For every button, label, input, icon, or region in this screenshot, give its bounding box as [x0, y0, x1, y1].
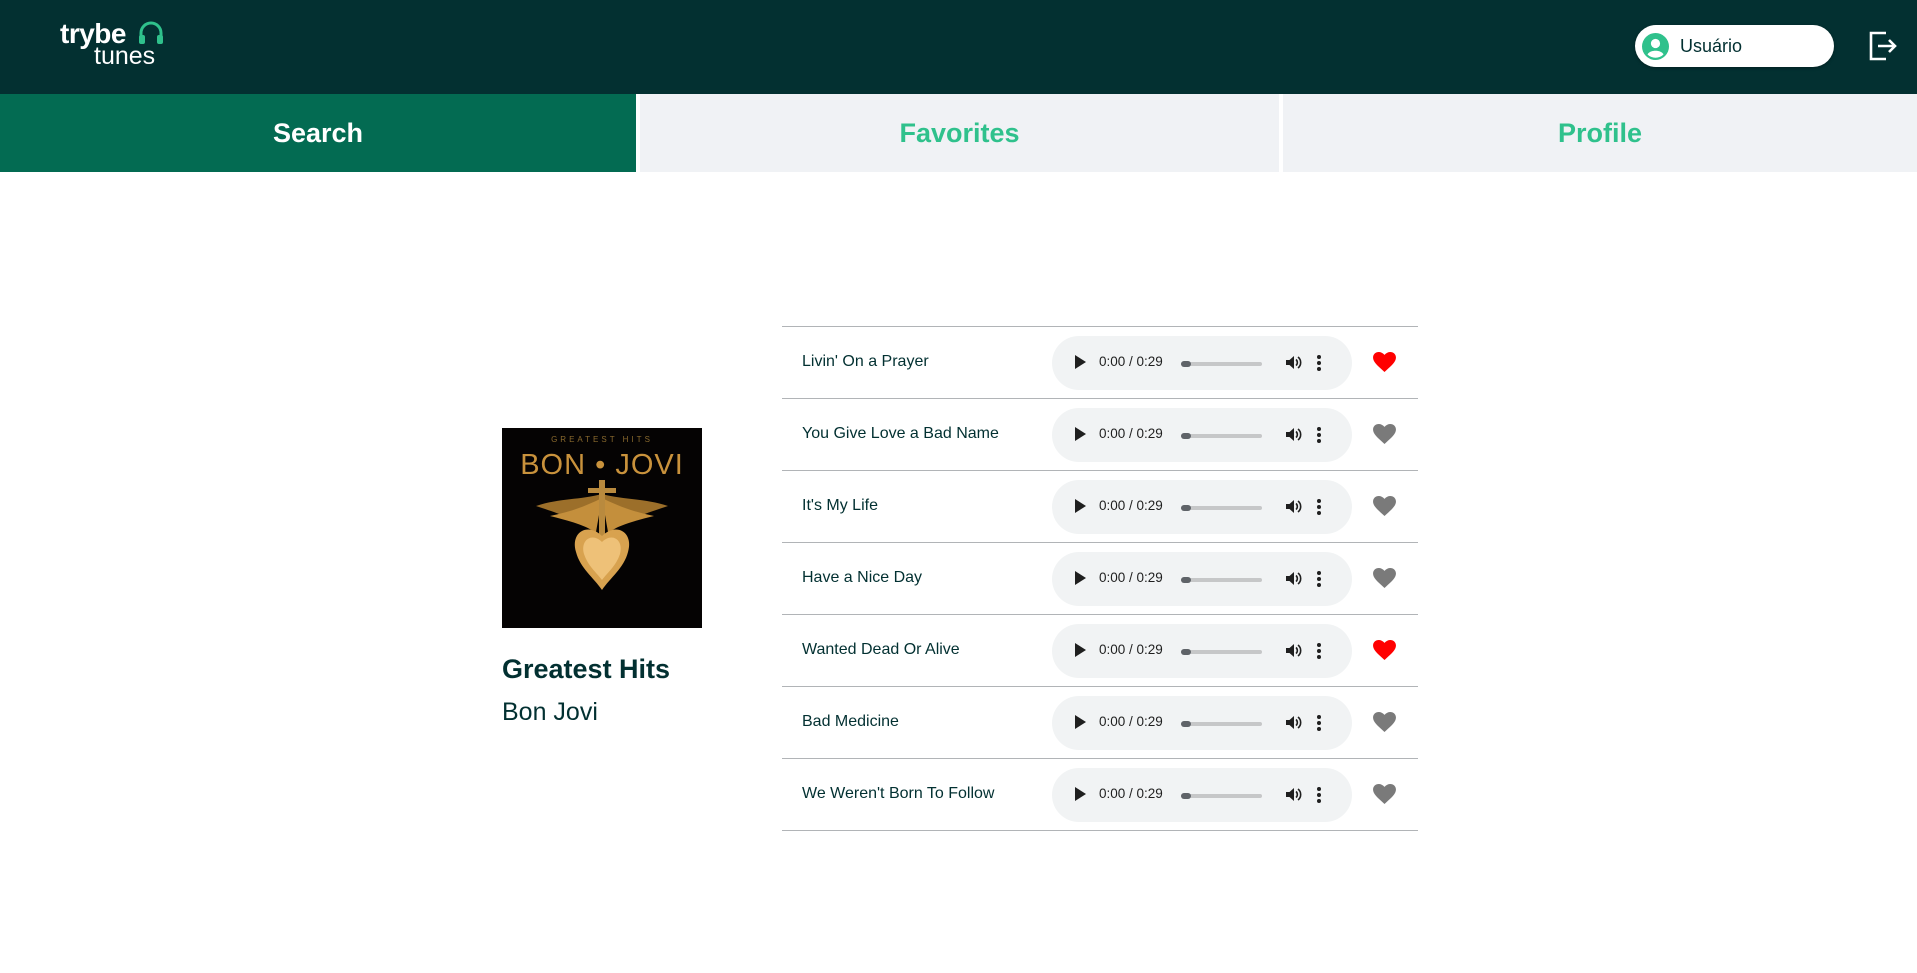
play-icon[interactable]: [1074, 571, 1086, 585]
track-row: It's My Life 0:00 / 0:29: [782, 471, 1418, 543]
track-row: We Weren't Born To Follow 0:00 / 0:29: [782, 759, 1418, 831]
tab-profile[interactable]: Profile: [1283, 94, 1917, 172]
more-options-icon[interactable]: [1316, 570, 1322, 588]
track-name: Bad Medicine: [802, 713, 899, 730]
audio-progress-bar[interactable]: [1181, 433, 1262, 439]
audio-player: 0:00 / 0:29: [1052, 624, 1352, 678]
play-icon[interactable]: [1074, 787, 1086, 801]
track-row: You Give Love a Bad Name 0:00 / 0:29: [782, 399, 1418, 471]
audio-progress-bar[interactable]: [1181, 505, 1262, 511]
play-icon[interactable]: [1074, 499, 1086, 513]
user-profile-pill[interactable]: Usuário: [1635, 25, 1834, 67]
audio-time: 0:00 / 0:29: [1099, 570, 1163, 585]
more-options-icon[interactable]: [1316, 354, 1322, 372]
audio-time: 0:00 / 0:29: [1099, 786, 1163, 801]
trybe-tunes-logo[interactable]: trybe tunes: [60, 18, 170, 70]
audio-player: 0:00 / 0:29: [1052, 480, 1352, 534]
audio-progress-bar[interactable]: [1181, 577, 1262, 583]
audio-player: 0:00 / 0:29: [1052, 336, 1352, 390]
audio-time: 0:00 / 0:29: [1099, 642, 1163, 657]
volume-icon[interactable]: [1285, 642, 1302, 659]
audio-progress-knob[interactable]: [1181, 505, 1191, 511]
audio-progress-bar[interactable]: [1181, 361, 1262, 367]
volume-icon[interactable]: [1285, 426, 1302, 443]
track-row: Livin' On a Prayer 0:00 / 0:29: [782, 327, 1418, 399]
favorite-heart-icon[interactable]: [1373, 712, 1396, 733]
volume-icon[interactable]: [1285, 498, 1302, 515]
album-title: Greatest Hits: [502, 654, 671, 684]
album-artist: Bon Jovi: [502, 698, 598, 726]
audio-progress-bar[interactable]: [1181, 793, 1262, 799]
audio-progress-knob[interactable]: [1181, 793, 1191, 799]
play-icon[interactable]: [1074, 715, 1086, 729]
more-options-icon[interactable]: [1316, 786, 1322, 804]
volume-icon[interactable]: [1285, 354, 1302, 371]
top-header: trybe tunes Usuário: [0, 0, 1917, 94]
audio-progress-knob[interactable]: [1181, 649, 1191, 655]
favorite-heart-icon[interactable]: [1373, 568, 1396, 589]
main-navigation: Search Favorites Profile: [0, 94, 1917, 172]
audio-progress-knob[interactable]: [1181, 433, 1191, 439]
track-name: We Weren't Born To Follow: [802, 785, 995, 802]
audio-progress-knob[interactable]: [1181, 361, 1191, 367]
audio-time: 0:00 / 0:29: [1099, 714, 1163, 729]
more-options-icon[interactable]: [1316, 642, 1322, 660]
favorite-heart-icon[interactable]: [1373, 784, 1396, 805]
audio-player: 0:00 / 0:29: [1052, 408, 1352, 462]
album-cover: GREATEST HITS BON • JOVI: [502, 428, 702, 628]
user-avatar-icon: [1642, 33, 1669, 60]
play-icon[interactable]: [1074, 427, 1086, 441]
volume-icon[interactable]: [1285, 570, 1302, 587]
track-name: It's My Life: [802, 497, 878, 514]
volume-icon[interactable]: [1285, 786, 1302, 803]
tab-favorites[interactable]: Favorites: [640, 94, 1279, 172]
logo-text-tunes: tunes: [94, 42, 156, 70]
track-name: Livin' On a Prayer: [802, 353, 929, 370]
audio-time: 0:00 / 0:29: [1099, 354, 1163, 369]
audio-time: 0:00 / 0:29: [1099, 498, 1163, 513]
more-options-icon[interactable]: [1316, 498, 1322, 516]
audio-progress-knob[interactable]: [1181, 721, 1191, 727]
audio-progress-bar[interactable]: [1181, 649, 1262, 655]
track-row: Wanted Dead Or Alive 0:00 / 0:29: [782, 615, 1418, 687]
track-row: Have a Nice Day 0:00 / 0:29: [782, 543, 1418, 615]
audio-player: 0:00 / 0:29: [1052, 696, 1352, 750]
track-list: Livin' On a Prayer 0:00 / 0:29 You Give …: [782, 326, 1418, 831]
favorite-heart-icon[interactable]: [1373, 352, 1396, 373]
tab-search[interactable]: Search: [0, 94, 636, 172]
logout-icon[interactable]: [1868, 30, 1898, 62]
audio-progress-bar[interactable]: [1181, 721, 1262, 727]
favorite-heart-icon[interactable]: [1373, 424, 1396, 445]
play-icon[interactable]: [1074, 643, 1086, 657]
audio-time: 0:00 / 0:29: [1099, 426, 1163, 441]
favorite-heart-icon[interactable]: [1373, 496, 1396, 517]
cover-top-text: GREATEST HITS: [551, 435, 653, 444]
audio-player: 0:00 / 0:29: [1052, 768, 1352, 822]
play-icon[interactable]: [1074, 355, 1086, 369]
track-name: You Give Love a Bad Name: [802, 425, 999, 442]
track-name: Have a Nice Day: [802, 569, 923, 586]
cover-band-text: BON • JOVI: [520, 449, 684, 481]
more-options-icon[interactable]: [1316, 714, 1322, 732]
track-name: Wanted Dead Or Alive: [802, 641, 960, 658]
audio-player: 0:00 / 0:29: [1052, 552, 1352, 606]
favorite-heart-icon[interactable]: [1373, 640, 1396, 661]
track-row: Bad Medicine 0:00 / 0:29: [782, 687, 1418, 759]
volume-icon[interactable]: [1285, 714, 1302, 731]
user-name: Usuário: [1680, 36, 1743, 56]
audio-progress-knob[interactable]: [1181, 577, 1191, 583]
album-info: GREATEST HITS BON • JOVI Greatest Hits B…: [502, 428, 702, 726]
more-options-icon[interactable]: [1316, 426, 1322, 444]
